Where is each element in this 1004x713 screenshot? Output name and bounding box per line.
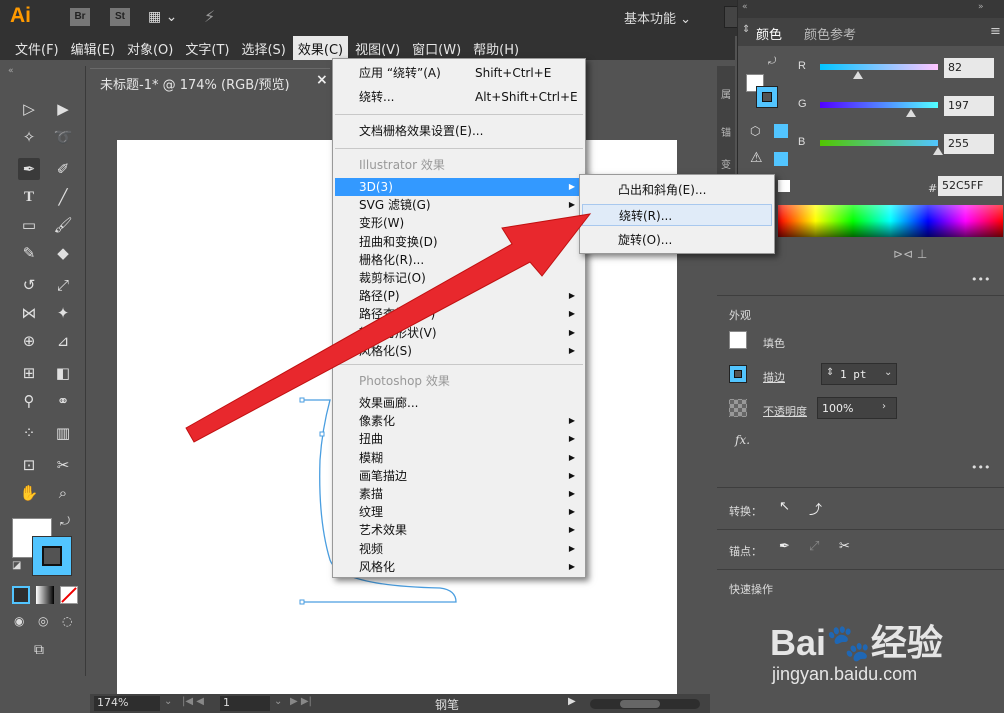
baidu-watermark: Bai🐾经验 jingyan.baidu.com bbox=[770, 614, 943, 684]
red-arrow-annotation bbox=[185, 213, 592, 443]
watermark-url: jingyan.baidu.com bbox=[772, 664, 918, 684]
watermark-brand: Bai🐾经验 bbox=[770, 622, 943, 663]
